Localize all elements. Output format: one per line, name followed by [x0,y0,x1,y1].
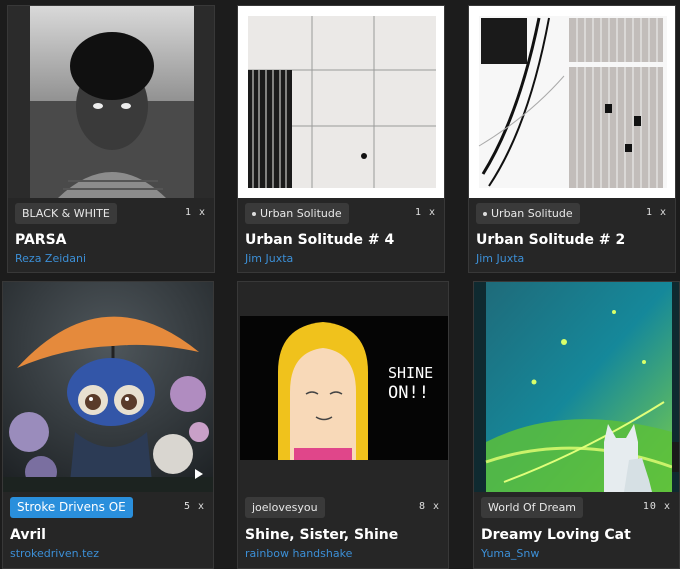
artwork-text-shine: SHINE [388,364,433,382]
artwork-card[interactable]: SHINE ON!! joelovesyou 8 x Shine, Sister… [237,281,449,569]
dot-icon [483,212,487,216]
artwork-thumbnail[interactable] [474,282,679,492]
artwork-title[interactable]: Dreamy Loving Cat [481,527,631,543]
artwork-thumbnail[interactable] [469,6,675,198]
artwork-title[interactable]: Shine, Sister, Shine [245,527,398,543]
artist-link[interactable]: Yuma_Snw [481,547,539,560]
artwork-title[interactable]: Avril [10,527,46,543]
collection-badge[interactable]: joelovesyou [245,497,325,518]
collection-badge[interactable]: World Of Dream [481,497,584,518]
artwork-text-on: ON!! [388,383,429,403]
artwork-title[interactable]: Urban Solitude # 2 [476,232,625,248]
artwork-card[interactable]: Urban Solitude 1 x Urban Solitude # 4 Ji… [237,5,445,273]
artist-link[interactable]: Reza Zeidani [15,252,86,265]
artwork-title[interactable]: PARSA [15,232,67,248]
shine-on-image: SHINE ON!! [240,316,448,460]
editions-count: 1 x [645,207,667,218]
artwork-card[interactable]: Stroke Drivens OE 5 x Avril strokedriven… [2,281,214,569]
editions-count: 1 x [184,207,206,218]
dream-cat-image [485,282,679,492]
collection-badge[interactable]: BLACK & WHITE [15,203,117,224]
umbrella-character-image [3,282,213,492]
dot-icon [252,212,256,216]
play-icon[interactable] [195,469,203,479]
abstract-grid-image [248,16,436,188]
badge-label: Urban Solitude [491,207,573,220]
collection-badge[interactable]: Stroke Drivens OE [10,497,133,518]
editions-count: 1 x [414,207,436,218]
artwork-card[interactable]: BLACK & WHITE 1 x PARSA Reza Zeidani [7,5,215,273]
portrait-image [30,6,194,198]
collection-badge[interactable]: Urban Solitude [476,203,580,224]
artwork-title[interactable]: Urban Solitude # 4 [245,232,394,248]
artist-link[interactable]: strokedriven.tez [10,547,99,560]
artwork-thumbnail[interactable] [8,6,214,198]
artwork-thumbnail[interactable] [3,282,213,492]
editions-count: 10 x [642,501,671,512]
artwork-card[interactable]: World Of Dream 10 x Dreamy Loving Cat Yu… [473,281,680,569]
artist-link[interactable]: Jim Juxta [245,252,293,265]
abstract-lines-image [478,16,667,188]
artwork-card[interactable]: Urban Solitude 1 x Urban Solitude # 2 Ji… [468,5,676,273]
artwork-thumbnail[interactable] [238,6,444,198]
collection-badge[interactable]: Urban Solitude [245,203,349,224]
artist-link[interactable]: rainbow handshake [245,547,352,560]
artist-link[interactable]: Jim Juxta [476,252,524,265]
artwork-thumbnail[interactable]: SHINE ON!! [238,282,448,492]
editions-count: 5 x [183,501,205,512]
badge-label: Urban Solitude [260,207,342,220]
editions-count: 8 x [418,501,440,512]
